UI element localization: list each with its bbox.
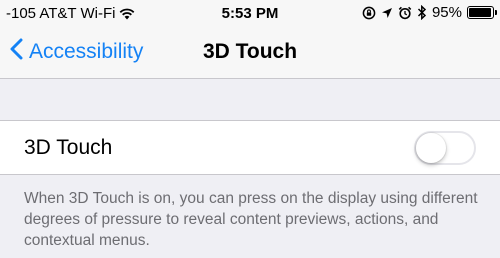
navigation-bar: Accessibility 3D Touch bbox=[0, 28, 500, 78]
battery-icon bbox=[467, 6, 497, 19]
setting-label: 3D Touch bbox=[24, 136, 113, 159]
settings-screen: -105 AT&T Wi-Fi 5:53 PM 95% Accessibilit… bbox=[0, 0, 500, 258]
battery-level-fill bbox=[469, 8, 491, 17]
top-bar: -105 AT&T Wi-Fi 5:53 PM 95% Accessibilit… bbox=[0, 0, 500, 79]
battery-percent: 95% bbox=[431, 4, 462, 21]
rotation-lock-icon bbox=[362, 6, 376, 20]
location-icon bbox=[381, 7, 393, 19]
battery-cap bbox=[495, 10, 497, 15]
toggle-knob bbox=[416, 133, 446, 163]
status-bar: -105 AT&T Wi-Fi 5:53 PM 95% bbox=[0, 0, 500, 28]
alarm-icon bbox=[398, 6, 412, 20]
3d-touch-toggle[interactable] bbox=[414, 131, 476, 165]
status-right: 95% bbox=[362, 4, 497, 21]
setting-row-3d-touch: 3D Touch bbox=[0, 120, 500, 175]
bluetooth-icon bbox=[417, 5, 427, 20]
setting-description: When 3D Touch is on, you can press on th… bbox=[24, 190, 478, 249]
page-title: 3D Touch bbox=[202, 40, 298, 63]
